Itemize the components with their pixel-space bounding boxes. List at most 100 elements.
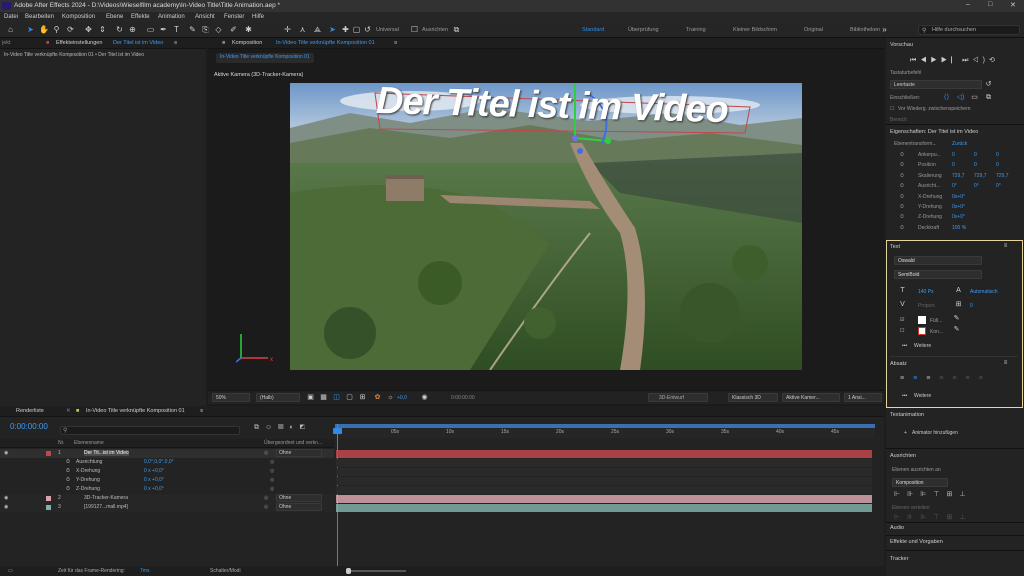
rotate-gizmo-icon[interactable]: ↺ — [363, 25, 372, 34]
prop-value-1[interactable]: 729,7 — [952, 173, 965, 179]
distribute-2-icon[interactable]: ⊪ — [907, 514, 920, 521]
zoom-slider-thumb[interactable] — [346, 568, 351, 574]
expression-pickwhip-icon[interactable]: ◎ — [270, 459, 274, 465]
property-value[interactable]: 0,0°,0,0°,0,0° — [144, 459, 174, 465]
layer-name[interactable]: [199127...mall.mp4] — [84, 504, 128, 510]
effects-tab-label[interactable]: Effekteinstellungen — [56, 40, 102, 46]
prop-value-1[interactable]: 0x+0° — [952, 204, 965, 210]
reset-shortcut-icon[interactable]: ↺ — [984, 80, 993, 89]
property-row[interactable]: ⏱ X-Drehung 0 x +0,0° ◎ — [0, 467, 334, 476]
timeline-menu-icon[interactable]: ≡ — [200, 408, 203, 414]
layer-row[interactable]: ◉ 1 Der Tit...ist im Video Ohne ◎ — [0, 449, 334, 458]
layer-row[interactable]: ◉ 2 3D-Tracker-Kamera Ohne ◎ — [0, 494, 334, 503]
prop-value-2[interactable]: 729,7 — [974, 173, 987, 179]
justify-center-icon[interactable]: ≡ — [952, 375, 965, 382]
tracking-value[interactable]: 0 — [970, 303, 973, 309]
lock-icon[interactable]: ■ — [46, 40, 49, 46]
viewer-timecode[interactable]: 0:00:00:00 — [451, 395, 475, 401]
distribute-6-icon[interactable]: ⊥ — [959, 514, 972, 521]
world-axis-icon[interactable]: ⋏ — [298, 25, 307, 34]
more-dots-icon[interactable]: ••• — [902, 343, 907, 349]
leading-value[interactable]: Automatisch — [970, 289, 998, 295]
stopwatch-icon[interactable]: ⏱ — [900, 173, 904, 179]
stroke-eyedropper-icon[interactable]: ✎ — [952, 325, 961, 334]
channel-icon[interactable]: ⊞ — [358, 393, 367, 402]
align-layer-right-icon[interactable]: ⊫ — [920, 491, 933, 498]
transparency-grid-icon[interactable]: ▦ — [319, 393, 328, 402]
zoom-tool-icon[interactable]: ⚲ — [52, 25, 61, 34]
eraser-tool-icon[interactable]: ◇ — [214, 25, 223, 34]
timeline-timecode[interactable]: 0:00:00:00 — [10, 422, 48, 431]
pickwhip-icon[interactable]: ◎ — [264, 504, 268, 510]
stopwatch-icon[interactable]: ⏱ — [66, 477, 70, 483]
home-icon[interactable]: ⌂ — [6, 25, 15, 34]
help-search-field[interactable]: ⚲ Hilfe durchsuchen — [918, 25, 1020, 35]
property-row[interactable]: ⏱ Y-Drehung 0 x +0,0° ◎ — [0, 476, 334, 485]
viewer-tab-label[interactable]: Komposition — [232, 40, 262, 46]
stopwatch-icon[interactable]: ⏱ — [900, 204, 904, 210]
reset-link[interactable]: Zurück — [952, 141, 967, 147]
stroke-checkbox[interactable]: ☐ — [900, 328, 904, 334]
close-icon[interactable]: ✕ — [1010, 1, 1016, 9]
region-icon[interactable]: ▣ — [306, 393, 315, 402]
prop-value-1[interactable]: 0x+0° — [952, 194, 965, 200]
property-track[interactable] — [336, 467, 872, 476]
play-icon[interactable]: ▶ — [931, 57, 941, 64]
viewer-menu-icon[interactable]: ≡ — [394, 40, 397, 46]
workspace-libraries[interactable]: Bibliotheken — [850, 27, 880, 33]
align-center-icon[interactable]: ≡ — [913, 375, 926, 382]
expression-pickwhip-icon[interactable]: ◎ — [270, 468, 274, 474]
loop-icon[interactable]: ⟲ — [989, 57, 999, 64]
include-audio-icon[interactable]: ◁) — [956, 93, 965, 102]
menu-effekte[interactable]: Effekte — [131, 14, 150, 20]
pen-tool-icon[interactable]: ✒ — [159, 25, 168, 34]
snap-icon[interactable]: ⧉ — [452, 25, 461, 34]
exposure-icon[interactable]: ☼ — [386, 393, 395, 402]
shortcut-dropdown[interactable]: Leertaste — [890, 80, 982, 89]
parent-dropdown[interactable]: Ohne — [276, 494, 322, 502]
menu-datei[interactable]: Datei — [4, 14, 18, 20]
align-to-dropdown[interactable]: Komposition — [892, 478, 948, 487]
playhead-handle[interactable] — [333, 428, 342, 434]
layer-row[interactable]: ◉ 3 [199127...mall.mp4] Ohne ◎ — [0, 503, 334, 512]
font-dropdown[interactable]: Oswald — [894, 256, 982, 265]
property-track[interactable] — [336, 476, 872, 485]
include-overlay-icon[interactable]: ▭ — [970, 93, 979, 102]
viewer-lock-icon[interactable]: ■ — [222, 40, 225, 46]
fill-eyedropper-icon[interactable]: ✎ — [952, 314, 961, 323]
expression-pickwhip-icon[interactable]: ◎ — [270, 486, 274, 492]
align-layer-vcenter-icon[interactable]: ⊞ — [946, 491, 959, 498]
align-layer-hcenter-icon[interactable]: ⊪ — [907, 491, 920, 498]
axis-icon[interactable]: ✛ — [283, 25, 292, 34]
property-value[interactable]: 0 x +0,0° — [144, 477, 164, 483]
property-row[interactable]: ⏱ Z-Drehung 0 x +0,0° ◎ — [0, 485, 334, 494]
orbit-tool-icon[interactable]: ⟳ — [66, 25, 75, 34]
distribute-4-icon[interactable]: ⊤ — [933, 514, 946, 521]
prop-value-2[interactable]: 0° — [974, 183, 979, 189]
stopwatch-icon[interactable]: ⏱ — [66, 486, 70, 492]
mask-icon[interactable]: ◫ — [332, 393, 341, 402]
include-video-icon[interactable]: ⟨⟩ — [942, 93, 951, 102]
graph-editor-icon[interactable]: ◩ — [300, 424, 311, 431]
audio-icon[interactable]: ◁) — [972, 57, 989, 64]
stopwatch-icon[interactable]: ⏱ — [900, 214, 904, 220]
layer-bar[interactable] — [336, 494, 872, 503]
workspace-standard[interactable]: Standard — [582, 27, 604, 33]
property-row[interactable]: ⏱ Ausrichtung 0,0°,0,0°,0,0° ◎ — [0, 458, 334, 467]
work-area-bar[interactable] — [335, 424, 875, 428]
tracker-title[interactable]: Tracker — [890, 556, 908, 562]
more-paragraph-button[interactable]: Weitere — [914, 393, 931, 399]
rotate-tool-icon[interactable]: ↻ — [115, 25, 124, 34]
workspace-small-screen[interactable]: Kleiner Bildschirm — [733, 27, 777, 33]
renderer-dropdown[interactable]: Klassisch 3D — [728, 393, 778, 402]
universal-cursor-icon[interactable]: ➤ — [328, 25, 337, 34]
distribute-3-icon[interactable]: ⊫ — [920, 514, 933, 521]
selection-tool-icon[interactable]: ➤ — [26, 25, 35, 34]
label-color-swatch[interactable] — [46, 496, 51, 501]
maximize-icon[interactable]: □ — [988, 1, 992, 8]
type-tool-icon[interactable]: T — [172, 25, 181, 34]
first-frame-icon[interactable]: ⏮ — [910, 57, 920, 64]
menu-hilfe[interactable]: Hilfe — [252, 14, 264, 20]
parent-dropdown[interactable]: Ohne — [276, 503, 322, 511]
minimize-icon[interactable]: – — [966, 1, 970, 8]
